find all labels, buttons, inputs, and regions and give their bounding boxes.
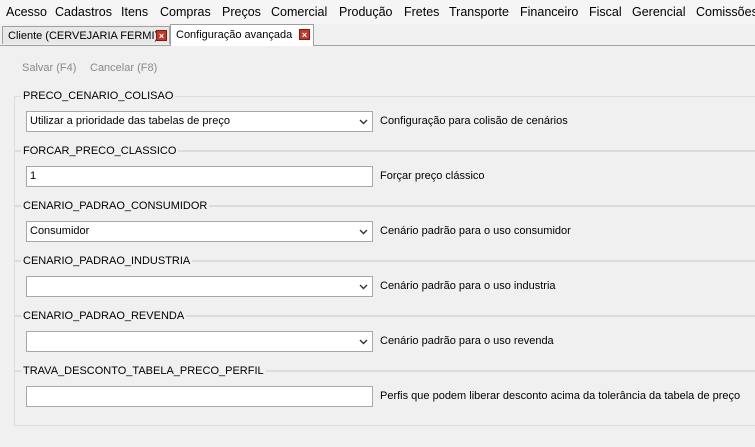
tab-configuracao-avancada[interactable]: Configuração avançada × <box>170 24 314 46</box>
setting-description: Forçar preço clássico <box>380 170 485 182</box>
menu-compras[interactable]: Compras <box>159 4 212 20</box>
tab-bar: Cliente (CERVEJARIA FERMI) × Configuraçã… <box>0 24 755 46</box>
menu-fretes[interactable]: Fretes <box>403 4 440 20</box>
tab-label: Configuração avançada <box>176 29 293 41</box>
menu-producao[interactable]: Produção <box>338 4 394 20</box>
chevron-down-icon <box>359 339 368 345</box>
menu-bar: Acesso Cadastros Itens Compras Preços Co… <box>0 0 755 25</box>
tab-cliente[interactable]: Cliente (CERVEJARIA FERMI) × <box>2 26 170 44</box>
setting-description: Configuração para colisão de cenários <box>380 115 568 127</box>
close-icon[interactable]: × <box>156 30 167 41</box>
chevron-down-icon <box>359 284 368 290</box>
select-value: Utilizar a prioridade das tabelas de pre… <box>30 115 230 127</box>
settings-panel: Salvar (F4) Cancelar (F8) PRECO_CENARIO_… <box>0 46 755 447</box>
setting-group-cenario-padrao-industria: CENARIO_PADRAO_INDUSTRIA Cenário padrão … <box>14 255 755 316</box>
setting-key-label: CENARIO_PADRAO_INDUSTRIA <box>21 255 193 267</box>
menu-gerencial[interactable]: Gerencial <box>631 4 687 20</box>
setting-key-label: CENARIO_PADRAO_REVENDA <box>21 310 187 322</box>
setting-group-preco-cenario-colisao: PRECO_CENARIO_COLISAO Utilizar a priorid… <box>14 90 755 151</box>
setting-key-label: FORCAR_PRECO_CLASSICO <box>21 145 179 157</box>
setting-key-label: PRECO_CENARIO_COLISAO <box>21 90 176 102</box>
cenario-padrao-consumidor-select[interactable]: Consumidor <box>26 221 373 242</box>
menu-comissoes[interactable]: Comissões <box>695 4 755 20</box>
menu-precos[interactable]: Preços <box>221 4 262 20</box>
setting-key-label: TRAVA_DESCONTO_TABELA_PRECO_PERFIL <box>21 365 266 377</box>
setting-group-forcar-preco-classico: FORCAR_PRECO_CLASSICO 1 Forçar preço clá… <box>14 145 755 206</box>
tab-label: Cliente (CERVEJARIA FERMI) <box>8 30 159 42</box>
menu-comercial[interactable]: Comercial <box>270 4 328 20</box>
setting-description: Cenário padrão para o uso industria <box>380 280 556 292</box>
forcar-preco-classico-input[interactable]: 1 <box>26 166 373 187</box>
cenario-padrao-industria-select[interactable] <box>26 276 373 297</box>
input-value: 1 <box>30 170 37 182</box>
save-button[interactable]: Salvar (F4) <box>22 62 76 74</box>
select-value: Consumidor <box>30 225 90 237</box>
setting-description: Cenário padrão para o uso consumidor <box>380 225 571 237</box>
cenario-padrao-revenda-select[interactable] <box>26 331 373 352</box>
chevron-down-icon <box>359 229 368 235</box>
menu-fiscal[interactable]: Fiscal <box>588 4 623 20</box>
chevron-down-icon <box>359 119 368 125</box>
close-icon[interactable]: × <box>299 29 310 40</box>
setting-group-cenario-padrao-consumidor: CENARIO_PADRAO_CONSUMIDOR Consumidor Cen… <box>14 200 755 261</box>
cancel-button[interactable]: Cancelar (F8) <box>90 62 157 74</box>
trava-desconto-tabela-preco-perfil-input[interactable] <box>26 386 373 407</box>
menu-itens[interactable]: Itens <box>120 4 149 20</box>
menu-acesso[interactable]: Acesso <box>5 4 48 20</box>
setting-group-trava-desconto-tabela-preco-perfil: TRAVA_DESCONTO_TABELA_PRECO_PERFIL Perfi… <box>14 365 755 426</box>
setting-description: Cenário padrão para o uso revenda <box>380 335 554 347</box>
setting-description: Perfis que podem liberar desconto acima … <box>380 390 741 402</box>
menu-transporte[interactable]: Transporte <box>448 4 510 20</box>
menu-cadastros[interactable]: Cadastros <box>54 4 113 20</box>
setting-group-cenario-padrao-revenda: CENARIO_PADRAO_REVENDA Cenário padrão pa… <box>14 310 755 371</box>
setting-key-label: CENARIO_PADRAO_CONSUMIDOR <box>21 200 210 212</box>
preco-cenario-colisao-select[interactable]: Utilizar a prioridade das tabelas de pre… <box>26 111 373 132</box>
menu-financeiro[interactable]: Financeiro <box>519 4 579 20</box>
